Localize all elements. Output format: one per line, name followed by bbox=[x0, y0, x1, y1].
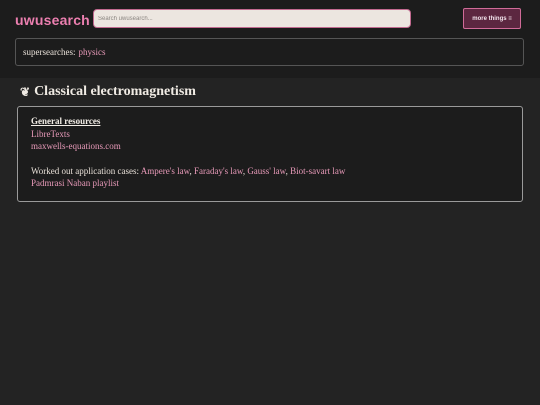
supersearch-label: supersearches: bbox=[23, 47, 76, 57]
resources-card: General resources LibreTexts maxwells-eq… bbox=[17, 106, 523, 202]
search-input[interactable] bbox=[93, 9, 411, 28]
link-maxwells-equations[interactable]: maxwells-equations.com bbox=[31, 140, 522, 153]
section-title-text: Classical electromagnetism bbox=[34, 84, 196, 99]
top-bar: uwusearch more things ≡ supersearches: p… bbox=[0, 0, 540, 78]
logo[interactable]: uwusearch bbox=[15, 12, 90, 28]
fleuron-icon: ❦ bbox=[20, 84, 31, 99]
link-libretexts[interactable]: LibreTexts bbox=[31, 128, 522, 141]
more-things-button[interactable]: more things ≡ bbox=[463, 8, 521, 29]
supersearch-bar: supersearches: physics bbox=[15, 38, 524, 66]
link-gauss[interactable]: Gauss' law bbox=[247, 166, 285, 176]
link-faraday[interactable]: Faraday's law bbox=[194, 166, 243, 176]
link-biot-savart[interactable]: Biot-savart law bbox=[290, 166, 345, 176]
card-heading: General resources bbox=[31, 116, 101, 126]
section-title: ❦ Classical electromagnetism bbox=[20, 84, 196, 100]
applications-label: Worked out application cases: bbox=[31, 165, 141, 176]
supersearch-link-physics[interactable]: physics bbox=[78, 47, 105, 57]
link-playlist[interactable]: Padmrasi Naban playlist bbox=[31, 177, 522, 190]
applications-line: Worked out application cases: Ampere's l… bbox=[31, 165, 522, 178]
link-ampere[interactable]: Ampere's law bbox=[141, 166, 190, 176]
